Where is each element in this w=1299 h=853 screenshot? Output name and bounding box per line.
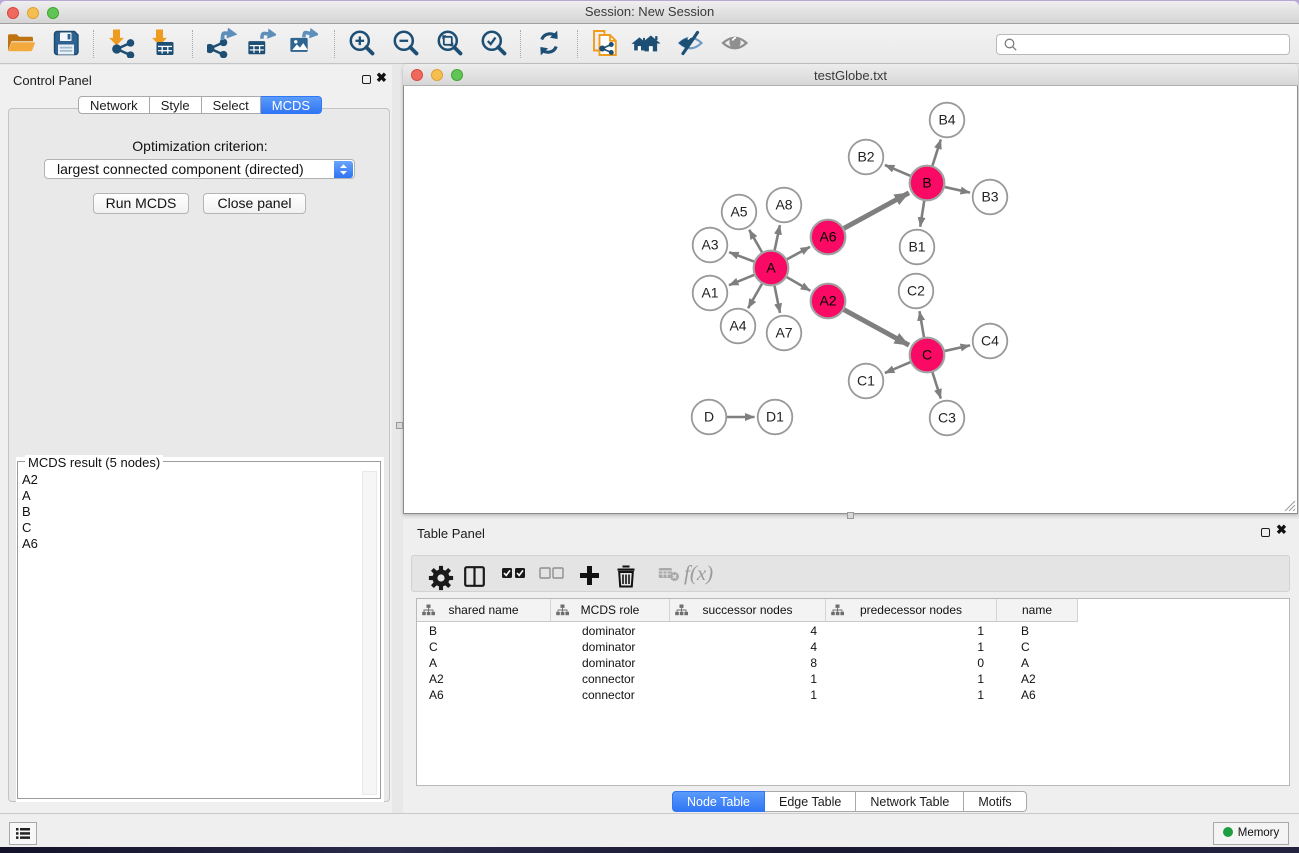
svg-text:D1: D1	[766, 409, 784, 425]
svg-text:A4: A4	[729, 318, 746, 334]
svg-text:C: C	[922, 347, 932, 363]
svg-text:C4: C4	[981, 333, 999, 349]
svg-text:A5: A5	[730, 204, 747, 220]
svg-text:A7: A7	[775, 325, 792, 341]
svg-text:C3: C3	[938, 410, 956, 426]
svg-text:A1: A1	[701, 285, 718, 301]
svg-text:B: B	[922, 175, 931, 191]
svg-text:C2: C2	[907, 283, 925, 299]
svg-text:A: A	[766, 260, 776, 276]
svg-text:A3: A3	[701, 237, 718, 253]
svg-text:B2: B2	[857, 149, 874, 165]
svg-text:C1: C1	[857, 373, 875, 389]
svg-text:B4: B4	[938, 112, 955, 128]
svg-text:A2: A2	[819, 293, 836, 309]
svg-text:D: D	[704, 409, 714, 425]
svg-text:A6: A6	[819, 229, 836, 245]
svg-text:B1: B1	[908, 239, 925, 255]
svg-text:B3: B3	[981, 189, 998, 205]
svg-text:A8: A8	[775, 197, 792, 213]
